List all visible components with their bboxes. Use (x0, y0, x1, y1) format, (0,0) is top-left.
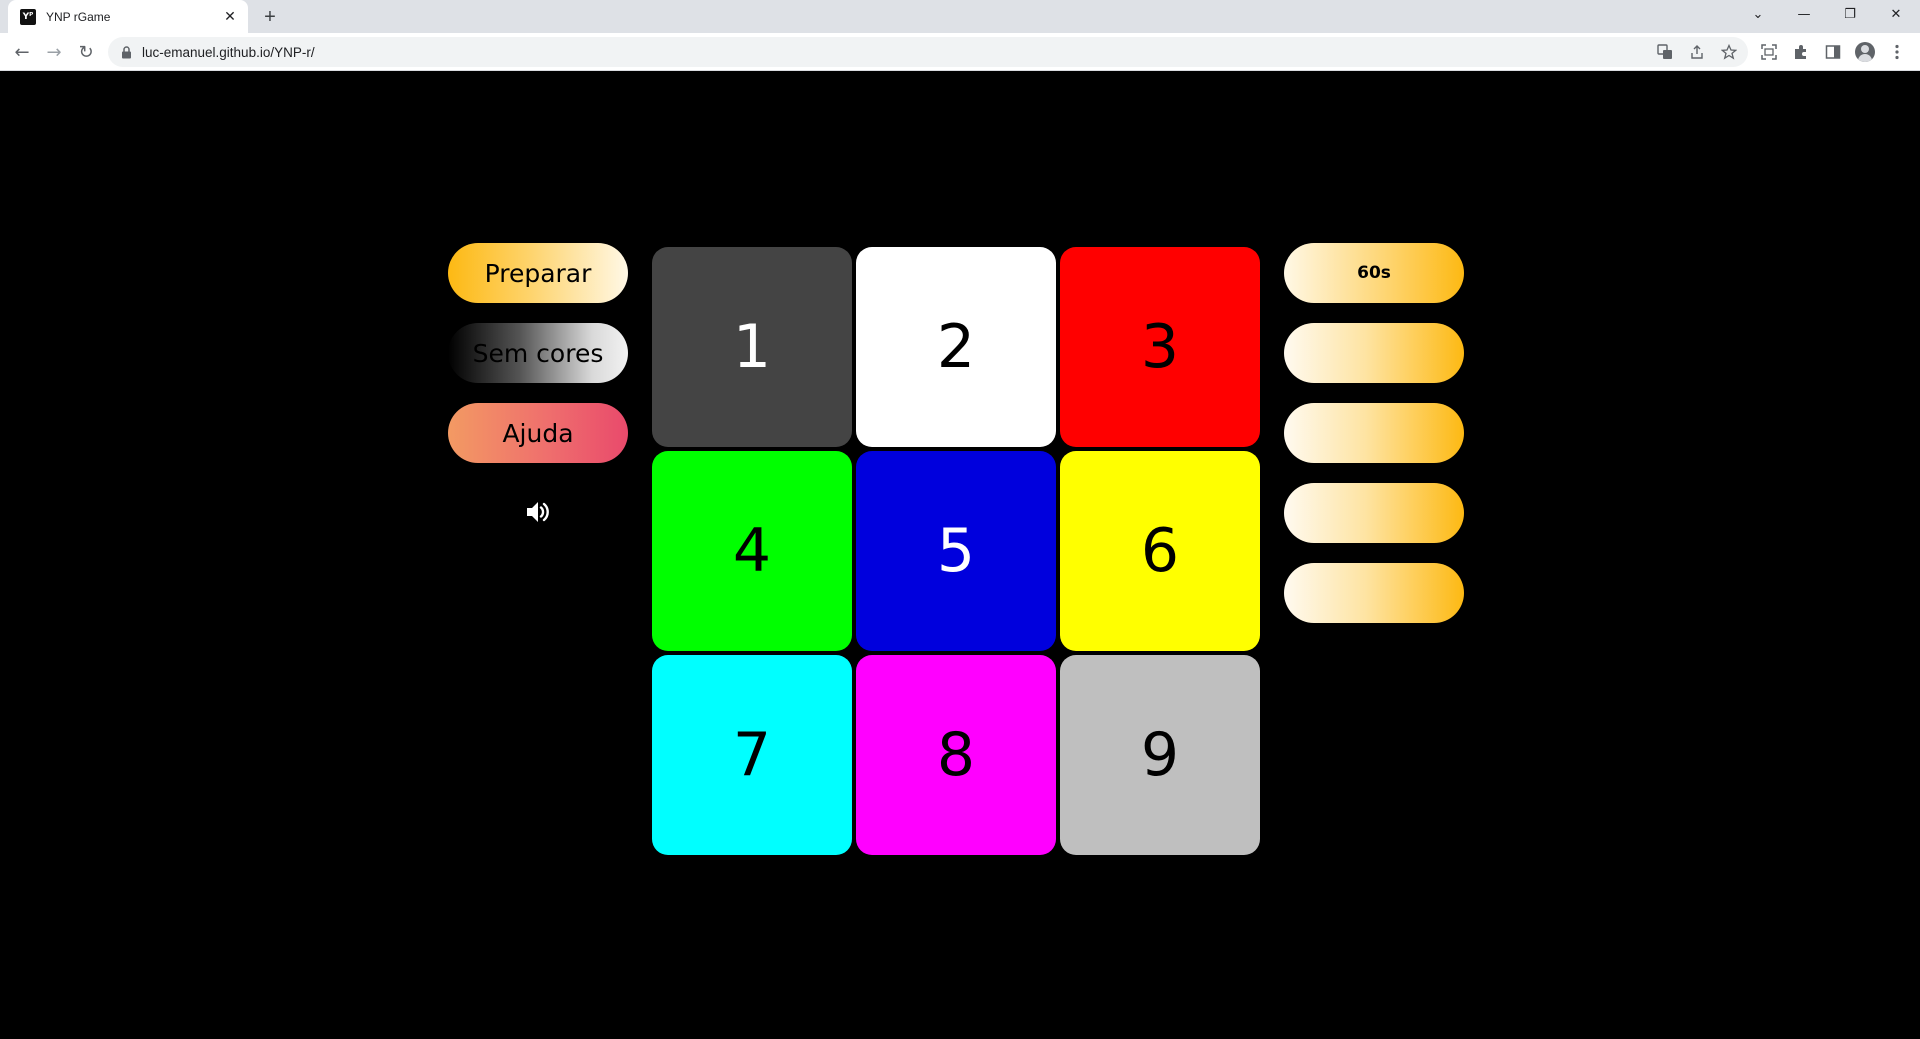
tile-number: 7 (732, 720, 772, 790)
help-button[interactable]: Ajuda (448, 403, 628, 463)
color-tile-3[interactable]: 3 (1060, 247, 1260, 447)
share-icon[interactable] (1687, 42, 1707, 62)
forward-button[interactable]: → (40, 38, 68, 66)
tile-number: 3 (1140, 312, 1180, 382)
browser-tab[interactable]: Yᴾ YNP rGame ✕ (8, 0, 248, 33)
favicon-icon: Yᴾ (20, 8, 36, 25)
color-tile-5[interactable]: 5 (856, 451, 1056, 651)
color-tile-7[interactable]: 7 (652, 655, 852, 855)
color-tile-6[interactable]: 6 (1060, 451, 1260, 651)
tab-title: YNP rGame (46, 9, 111, 24)
new-tab-button[interactable]: + (258, 5, 282, 29)
bookmark-star-icon[interactable] (1719, 42, 1739, 62)
side-panel-icon[interactable] (1819, 38, 1847, 66)
tile-number: 2 (936, 312, 976, 382)
color-tile-8[interactable]: 8 (856, 655, 1056, 855)
lock-icon[interactable] (120, 45, 132, 59)
tile-number: 5 (936, 516, 976, 586)
sequence-slot-1 (1284, 323, 1464, 383)
translate-icon[interactable] (1655, 42, 1675, 62)
prepare-button[interactable]: Preparar (448, 243, 628, 303)
url-text: luc-emanuel.github.io/YNP-r/ (142, 44, 315, 60)
profile-avatar-icon[interactable] (1851, 38, 1879, 66)
tile-number: 4 (732, 516, 772, 586)
sequence-slot-3 (1284, 483, 1464, 543)
sequence-slot-4 (1284, 563, 1464, 623)
tab-close-icon[interactable]: ✕ (220, 7, 240, 27)
menu-kebab-icon[interactable] (1883, 38, 1911, 66)
screenshot-icon[interactable] (1755, 38, 1783, 66)
timer-display: 60s (1284, 243, 1464, 303)
color-tile-2[interactable]: 2 (856, 247, 1056, 447)
extensions-puzzle-icon[interactable] (1787, 38, 1815, 66)
tile-number: 9 (1140, 720, 1180, 790)
address-bar[interactable]: luc-emanuel.github.io/YNP-r/ (108, 37, 1748, 67)
reload-button[interactable]: ↻ (72, 38, 100, 66)
browser-toolbar: ← → ↻ luc-emanuel.github.io/YNP-r/ (0, 33, 1920, 71)
speaker-icon[interactable] (523, 498, 551, 526)
no-colors-button[interactable]: Sem cores (448, 323, 628, 383)
color-tile-1[interactable]: 1 (652, 247, 852, 447)
browser-tab-bar: Yᴾ YNP rGame ✕ + ⌄ — ❐ ✕ (0, 0, 1920, 33)
minimize-button[interactable]: — (1781, 0, 1827, 28)
back-button[interactable]: ← (8, 38, 36, 66)
color-tile-4[interactable]: 4 (652, 451, 852, 651)
sequence-slot-2 (1284, 403, 1464, 463)
restore-button[interactable]: ❐ (1827, 0, 1873, 28)
tile-number: 1 (732, 312, 772, 382)
game-page: Preparar Sem cores Ajuda 1 2 3 4 5 6 7 8… (0, 72, 1920, 1039)
tile-number: 8 (936, 720, 976, 790)
tile-number: 6 (1140, 516, 1180, 586)
window-close-button[interactable]: ✕ (1873, 0, 1919, 28)
color-tile-9[interactable]: 9 (1060, 655, 1260, 855)
tab-search-icon[interactable]: ⌄ (1735, 0, 1781, 28)
